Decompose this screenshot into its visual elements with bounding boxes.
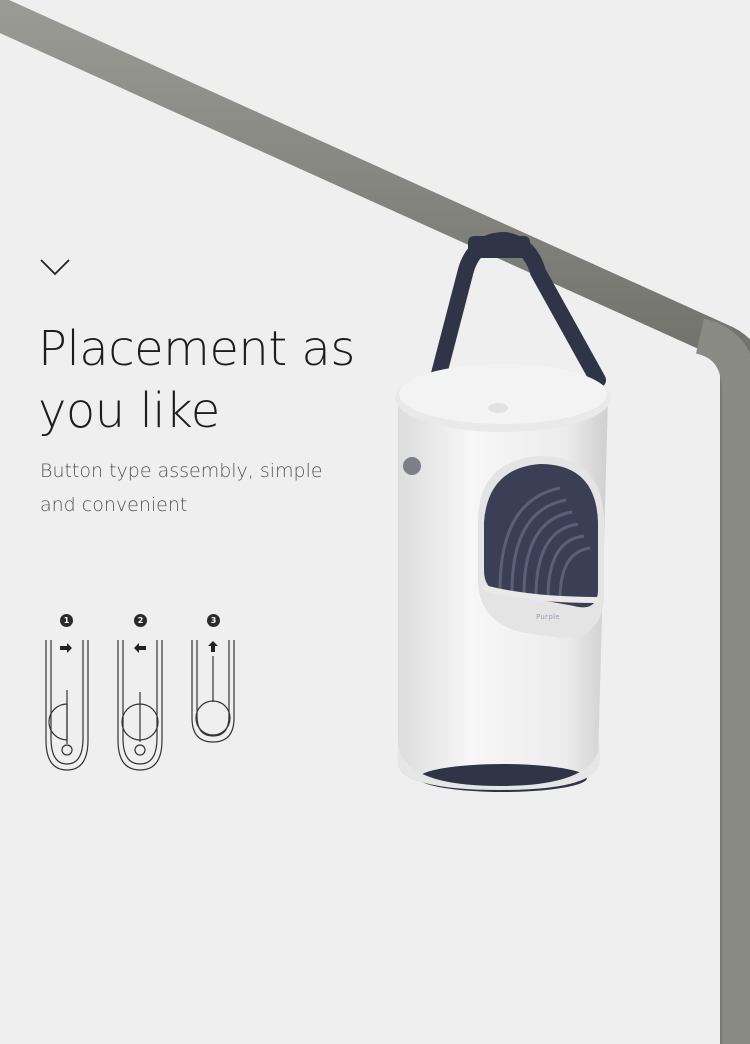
strap-buckle — [403, 457, 421, 475]
arrow-left-icon — [134, 643, 146, 653]
step-diagrams — [45, 640, 235, 771]
headline-line-2: you like — [38, 383, 220, 439]
brand-label: Purple — [536, 613, 560, 621]
power-button — [488, 403, 508, 413]
chevron-down-icon — [40, 259, 70, 276]
subheading-line-1: Button type assembly, simple — [40, 460, 323, 482]
arrow-up-icon — [208, 641, 218, 652]
step-1-number: 1 — [60, 614, 73, 627]
headline: Placement as you like — [38, 318, 355, 442]
step-3-number: 3 — [207, 614, 220, 627]
product-scene — [0, 0, 750, 1044]
subheading-line-2: and convenient — [40, 494, 188, 516]
headline-line-1: Placement as — [38, 321, 355, 377]
step-2-number: 2 — [134, 614, 147, 627]
subheading: Button type assembly, simple and conveni… — [40, 454, 323, 522]
arrow-right-icon — [60, 643, 72, 653]
